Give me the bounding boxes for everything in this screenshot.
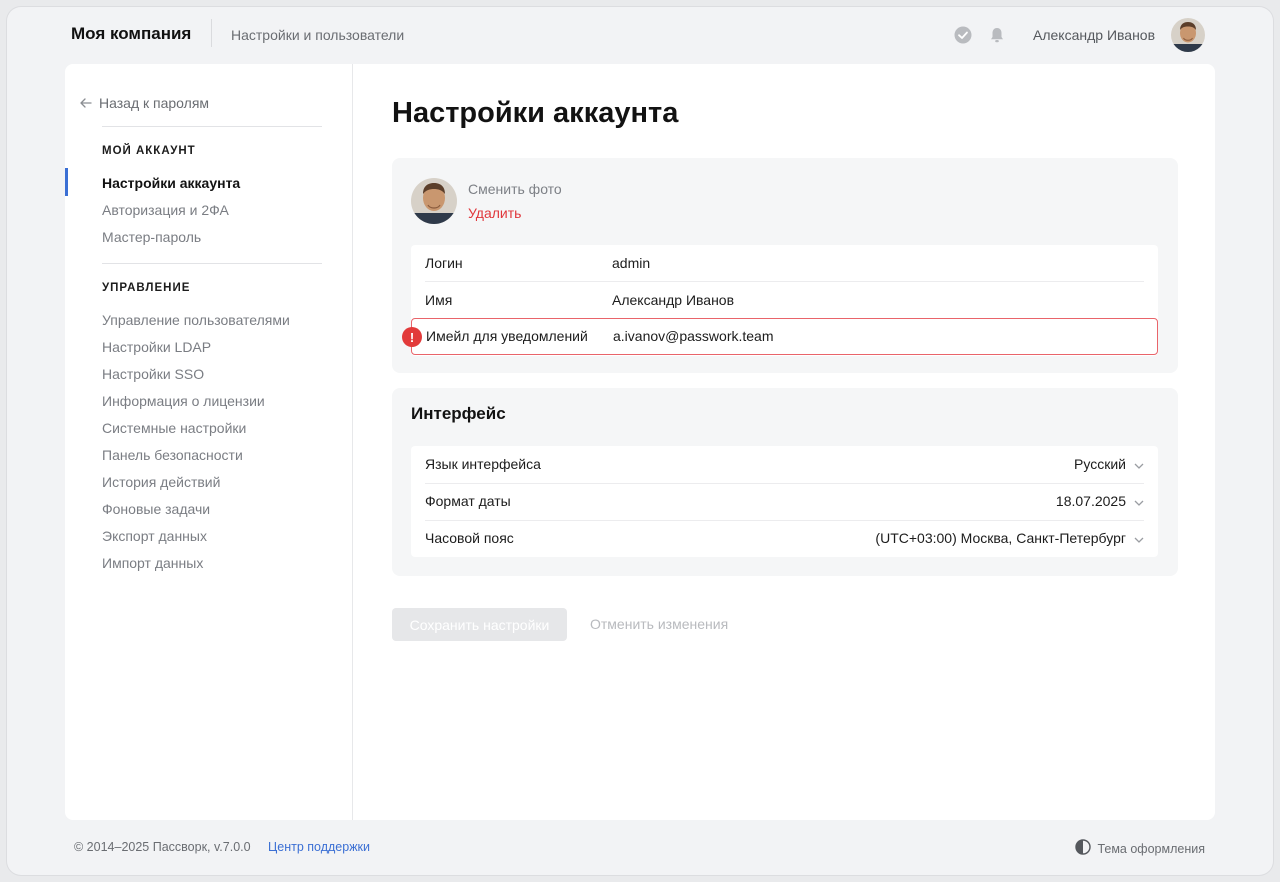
language-row[interactable]: Язык интерфейса Русский [411,446,1158,483]
field-label: Имейл для уведомлений [426,327,588,344]
profile-avatar[interactable] [411,178,457,224]
change-photo-link[interactable]: Сменить фото [468,181,562,197]
sidebar-item-background-tasks[interactable]: Фоновые задачи [102,501,210,517]
sidebar-item-sso[interactable]: Настройки SSO [102,366,204,382]
sidebar-item-export[interactable]: Экспорт данных [102,528,207,544]
arrow-left-icon [80,95,92,111]
sidebar-item-license[interactable]: Информация о лицензии [102,393,265,409]
user-name[interactable]: Александр Иванов [1033,27,1155,43]
error-icon: ! [402,327,422,347]
setting-label: Язык интерфейса [425,456,541,472]
sidebar-item-master-password[interactable]: Мастер-пароль [102,229,201,245]
copyright: © 2014–2025 Пассворк, v.7.0.0 [74,840,251,854]
delete-photo-link[interactable]: Удалить [468,205,521,221]
date-format-row[interactable]: Формат даты 18.07.2025 [411,483,1158,520]
company-name[interactable]: Моя компания [71,24,191,44]
sidebar-item-user-management[interactable]: Управление пользователями [102,312,290,328]
app-window: Моя компания Настройки и пользователи Ал… [7,7,1273,875]
profile-fields: Логин admin Имя Александр Иванов ! Имейл… [402,245,1158,356]
language-select[interactable]: Русский [1074,456,1144,472]
topbar-divider [211,19,212,47]
date-format-select[interactable]: 18.07.2025 [1056,493,1144,509]
interface-settings: Язык интерфейса Русский Формат даты 18.0… [411,446,1158,557]
name-row[interactable]: Имя Александр Иванов [411,282,1158,319]
bell-icon[interactable] [987,25,1007,45]
avatar[interactable] [1171,18,1205,52]
active-indicator [65,168,68,196]
sidebar-item-account-settings[interactable]: Настройки аккаунта [102,175,240,191]
timezone-value: (UTC+03:00) Москва, Санкт-Петербург [875,530,1126,546]
name-value[interactable]: Александр Иванов [612,292,734,308]
main-content: Настройки аккаунта Сменить фото Удалить [353,64,1215,820]
sidebar-item-system-settings[interactable]: Системные настройки [102,420,246,436]
timezone-select[interactable]: (UTC+03:00) Москва, Санкт-Петербург [875,530,1144,546]
sidebar-divider [102,263,322,264]
sidebar-group-title: УПРАВЛЕНИЕ [102,282,191,294]
interface-card: Интерфейс Язык интерфейса Русский Формат… [392,388,1178,576]
back-to-passwords-link[interactable]: Назад к паролям [80,95,209,111]
email-field[interactable]: a.ivanov@passwork.team [613,328,774,344]
setting-label: Формат даты [425,493,511,509]
timezone-row[interactable]: Часовой пояс (UTC+03:00) Москва, Санкт-П… [411,520,1158,557]
profile-card: Сменить фото Удалить Логин admin Имя Але… [392,158,1178,373]
login-value[interactable]: admin [612,255,650,271]
date-format-value: 18.07.2025 [1055,493,1126,509]
sidebar-item-security-dashboard[interactable]: Панель безопасности [102,447,243,463]
email-row[interactable]: ! Имейл для уведомлений a.ivanov@passwor… [402,318,1158,355]
chevron-down-icon [1134,493,1144,509]
sidebar-item-ldap[interactable]: Настройки LDAP [102,339,211,355]
sidebar-item-auth-2fa[interactable]: Авторизация и 2ФА [102,202,229,218]
interface-title: Интерфейс [411,404,506,423]
chevron-down-icon [1134,530,1144,546]
check-circle-icon[interactable] [953,25,973,45]
sidebar-group-title: МОЙ АККАУНТ [102,145,196,157]
field-label: Логин [425,255,463,271]
sidebar-item-import[interactable]: Импорт данных [102,555,203,571]
setting-label: Часовой пояс [425,530,514,546]
field-label: Имя [425,292,453,308]
page-title: Настройки аккаунта [392,97,679,129]
login-row[interactable]: Логин admin [411,245,1158,282]
theme-toggle[interactable]: Тема оформления [1075,839,1205,858]
sidebar-item-activity-log[interactable]: История действий [102,474,220,490]
theme-label: Тема оформления [1097,841,1205,856]
back-link-label: Назад к паролям [99,95,210,111]
section-title: Настройки и пользователи [231,27,405,43]
sidebar-divider [102,126,322,127]
language-value: Русский [1074,456,1126,472]
top-bar: Моя компания Настройки и пользователи Ал… [7,7,1273,64]
half-circle-icon [1075,839,1092,858]
support-link[interactable]: Центр поддержки [268,840,370,854]
chevron-down-icon [1134,456,1144,472]
sidebar: Назад к паролям МОЙ АККАУНТ Настройки ак… [65,64,353,820]
cancel-button[interactable]: Отменить изменения [590,616,728,632]
save-button[interactable]: Сохранить настройки [392,608,567,641]
settings-panel: Назад к паролям МОЙ АККАУНТ Настройки ак… [65,64,1215,820]
